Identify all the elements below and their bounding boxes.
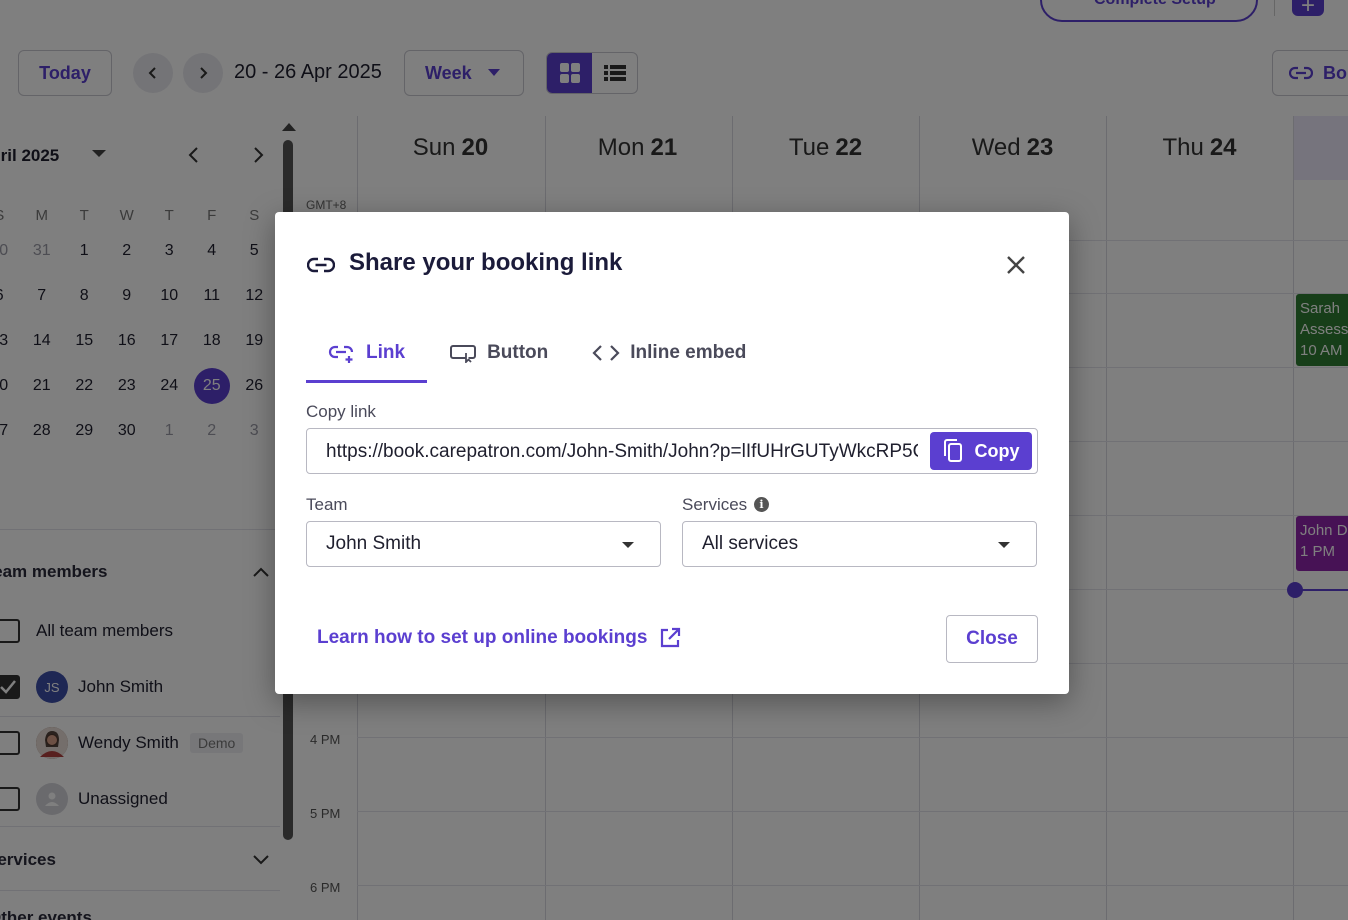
tab-inline-embed[interactable]: Inline embed (570, 324, 768, 382)
external-link-icon (661, 627, 681, 648)
tab-link-label: Link (366, 342, 406, 363)
caret-down-icon (998, 542, 1010, 548)
copy-link-label: Copy link (306, 402, 376, 421)
close-button-label: Close (966, 628, 1018, 649)
team-select[interactable]: John Smith (306, 521, 661, 567)
share-booking-link-dialog: Share your booking link Link Button Inli… (275, 212, 1069, 694)
services-select[interactable]: All services (682, 521, 1037, 567)
team-select-value: John Smith (326, 533, 422, 554)
services-label: Services (682, 495, 748, 514)
share-tabs: Link Button Inline embed (306, 324, 768, 383)
copy-icon (943, 439, 962, 462)
team-label: Team (306, 495, 348, 514)
caret-down-icon (622, 542, 634, 548)
learn-online-bookings-link[interactable]: Learn how to set up online bookings (317, 627, 681, 649)
close-dialog-button[interactable] (1001, 250, 1031, 280)
learn-link-label: Learn how to set up online bookings (317, 627, 648, 648)
services-select-value: All services (702, 533, 799, 554)
tab-button-label: Button (487, 342, 549, 363)
close-button[interactable]: Close (946, 615, 1038, 663)
close-icon (1007, 256, 1025, 274)
booking-link-field[interactable]: https://book.carepatron.com/John-Smith/J… (306, 428, 1038, 474)
code-icon (592, 345, 620, 361)
dialog-title: Share your booking link (349, 249, 623, 276)
copy-link-button[interactable]: Copy (930, 432, 1032, 470)
link-icon (307, 257, 335, 273)
tab-inline-embed-label: Inline embed (630, 342, 747, 363)
info-icon[interactable]: i (754, 497, 769, 512)
tab-link[interactable]: Link (306, 324, 428, 383)
copy-button-label: Copy (974, 440, 1020, 461)
link-add-icon (328, 345, 354, 363)
booking-link-value[interactable]: https://book.carepatron.com/John-Smith/J… (326, 441, 918, 463)
button-icon (450, 345, 477, 363)
tab-button[interactable]: Button (427, 324, 570, 382)
